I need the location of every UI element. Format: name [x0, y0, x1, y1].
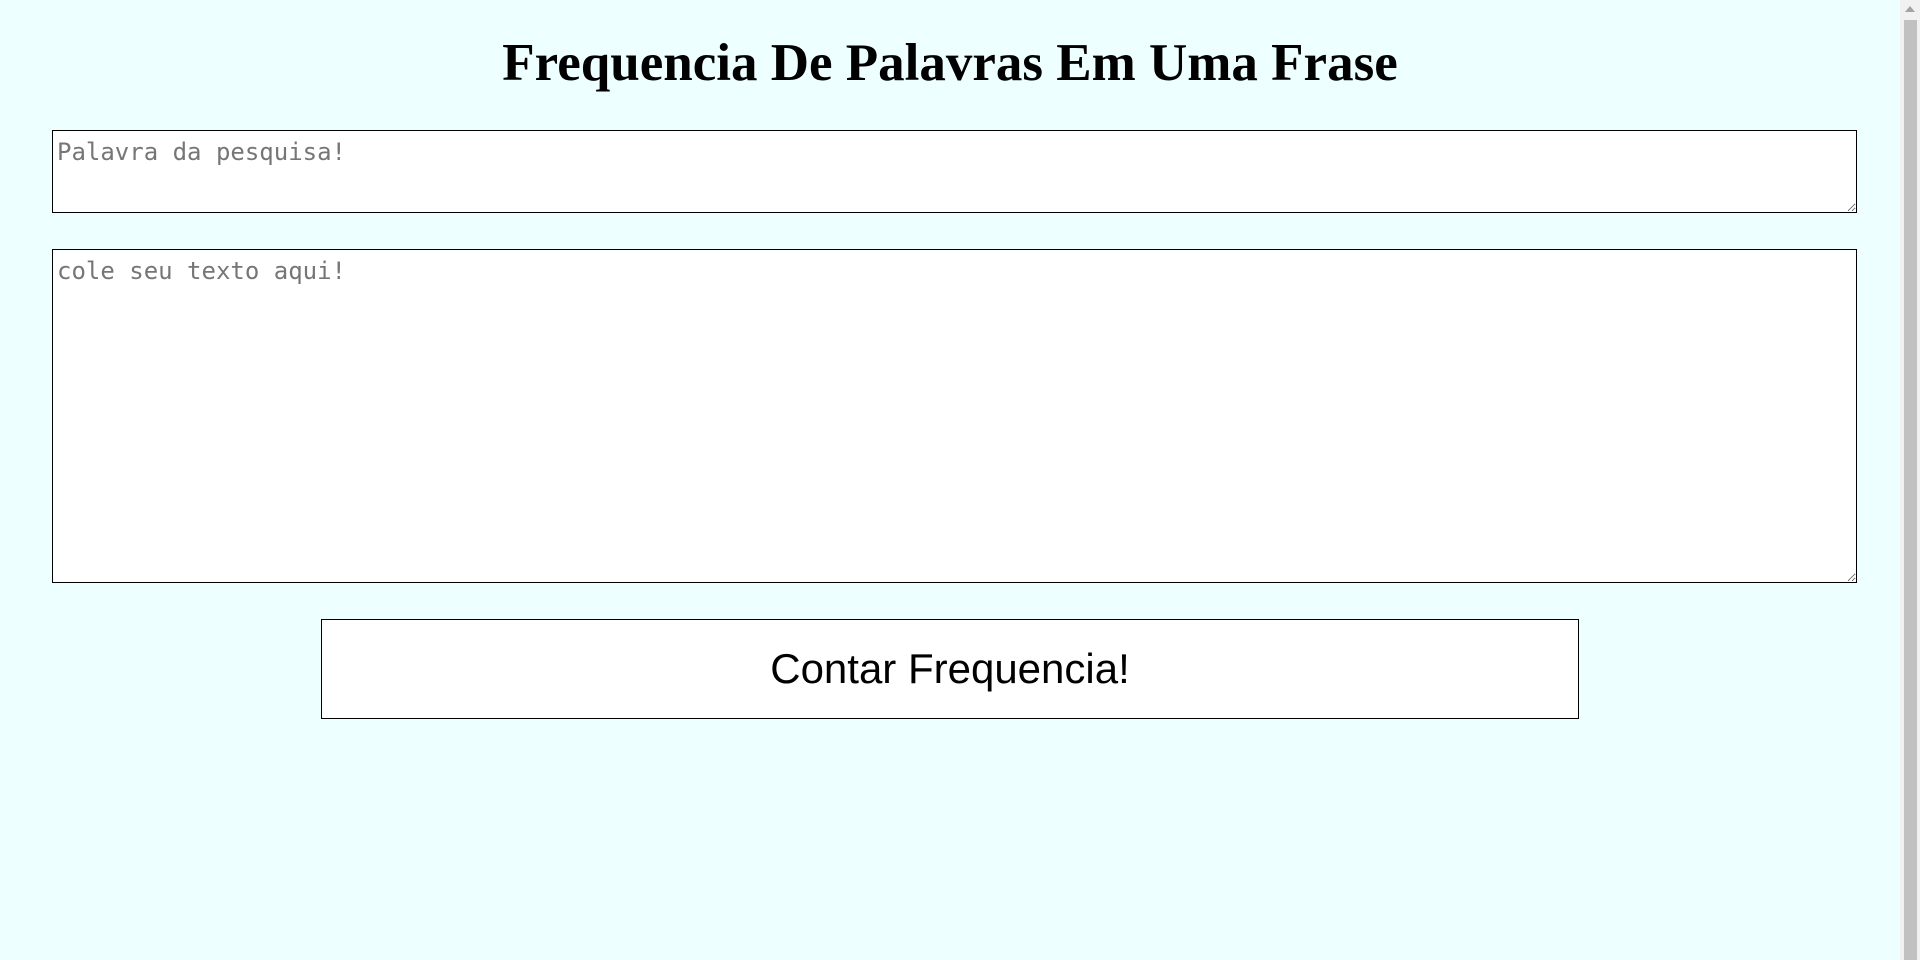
page: Frequencia De Palavras Em Uma Frase Cont… — [0, 0, 1900, 960]
search-word-field[interactable] — [52, 130, 1857, 213]
scrollbar-thumb[interactable] — [1904, 20, 1917, 960]
scroll-up-arrow-icon[interactable] — [1900, 0, 1920, 17]
text-input-field[interactable] — [52, 249, 1857, 583]
page-title: Frequencia De Palavras Em Uma Frase — [502, 34, 1398, 92]
count-frequency-button[interactable]: Contar Frequencia! — [321, 619, 1579, 719]
vertical-scrollbar[interactable] — [1900, 0, 1920, 960]
